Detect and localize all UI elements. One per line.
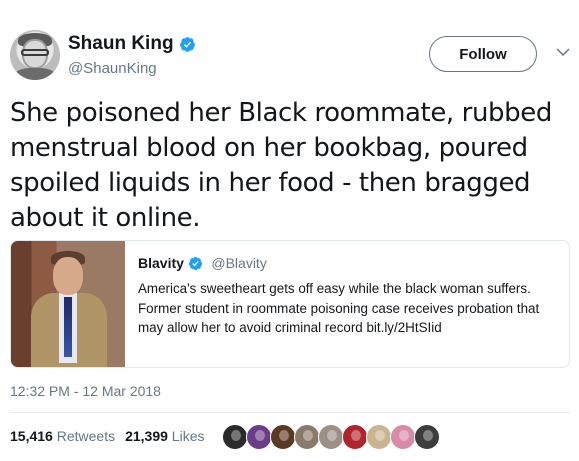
likes-stat[interactable]: 21,399 Likes — [125, 428, 204, 444]
quoted-author-handle[interactable]: @Blavity — [211, 255, 266, 271]
liker-avatars — [222, 424, 440, 450]
quoted-author-row: Blavity @Blavity — [138, 255, 563, 273]
author-handle[interactable]: @ShaunKing — [68, 60, 196, 77]
liker-avatar-icon[interactable] — [390, 424, 416, 450]
tweet-timestamp[interactable]: 12:32 PM - 12 Mar 2018 — [10, 383, 161, 399]
quoted-tweet-body: Blavity @Blavity America's sweetheart ge… — [138, 255, 563, 338]
quoted-author-name[interactable]: Blavity — [138, 255, 184, 271]
avatar-glasses — [21, 49, 49, 56]
like-label: Likes — [171, 428, 205, 444]
author-name-row[interactable]: Shaun King — [68, 33, 196, 55]
tweet-header: Shaun King @ShaunKing Follow — [10, 30, 570, 86]
divider — [10, 412, 570, 413]
avatar-shirt — [15, 68, 55, 80]
liker-avatar-icon[interactable] — [318, 424, 344, 450]
verified-badge-icon — [179, 36, 195, 52]
liker-avatar-icon[interactable] — [294, 424, 320, 450]
like-count: 21,399 — [125, 428, 168, 444]
quoted-tweet-image[interactable] — [11, 241, 125, 367]
retweet-count: 15,416 — [10, 428, 53, 444]
liker-avatar-icon[interactable] — [342, 424, 368, 450]
retweets-stat[interactable]: 15,416 Retweets — [10, 428, 115, 444]
quoted-author-name-row[interactable]: Blavity — [138, 255, 203, 271]
chevron-down-icon[interactable] — [555, 44, 571, 60]
liker-avatar-icon[interactable] — [222, 424, 248, 450]
author-avatar[interactable] — [10, 30, 60, 80]
liker-avatar-icon[interactable] — [366, 424, 392, 450]
tweet-stats: 15,416 Retweets 21,399 Likes — [10, 428, 204, 444]
liker-avatar-icon[interactable] — [246, 424, 272, 450]
liker-avatar-icon[interactable] — [414, 424, 440, 450]
author-names: Shaun King @ShaunKing — [68, 33, 196, 77]
follow-button[interactable]: Follow — [429, 36, 537, 72]
verified-badge-icon — [188, 256, 202, 270]
liker-avatar-icon[interactable] — [270, 424, 296, 450]
retweet-label: Retweets — [56, 428, 116, 444]
quoted-tweet-text: America's sweetheart gets off easy while… — [138, 281, 540, 335]
image-head — [53, 257, 83, 295]
author-name[interactable]: Shaun King — [68, 33, 174, 55]
image-tie — [64, 297, 72, 357]
tweet-text: She poisoned her Black roommate, rubbed … — [10, 98, 552, 233]
quoted-tweet[interactable]: Blavity @Blavity America's sweetheart ge… — [10, 240, 570, 368]
